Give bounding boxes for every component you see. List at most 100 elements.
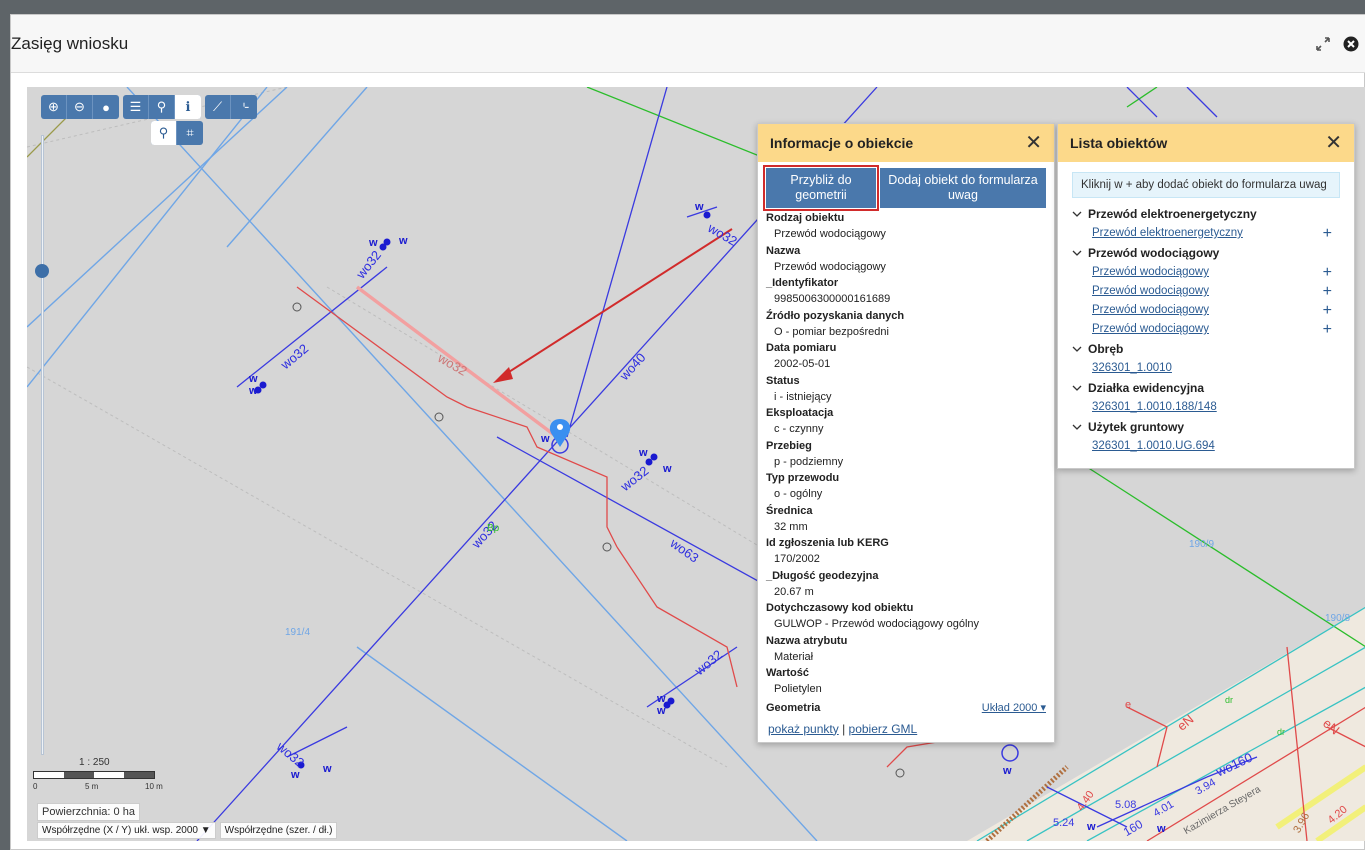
dialog-window: Zasięg wniosku wo32 wo32 wo32 wo32 wo32 … — [10, 14, 1365, 850]
list-item: 326301_1.0010 — [1072, 359, 1340, 378]
zoom-slider-handle[interactable] — [35, 264, 49, 278]
coordinate-system-select[interactable]: Układ 2000 ▾ — [982, 700, 1046, 716]
attribute-value: Materiał — [774, 650, 814, 663]
attribute-label: Status — [766, 374, 800, 387]
add-plus-icon[interactable] — [1332, 437, 1340, 456]
attribute-value: i - istniejący — [774, 390, 832, 403]
object-link[interactable]: 326301_1.0010 — [1092, 359, 1172, 378]
attribute-value: c - czynny — [774, 423, 824, 435]
chevron-down-icon — [1072, 417, 1082, 437]
dialog-titlebar: Zasięg wniosku — [11, 15, 1365, 73]
add-to-form-button[interactable]: Dodaj obiekt do formularza uwag — [880, 168, 1046, 208]
zoom-out-icon[interactable]: ⊖ — [67, 95, 93, 119]
attribute-value: Przewód wodociągowy — [774, 260, 886, 273]
group-header[interactable]: Obręb — [1072, 339, 1340, 359]
object-link[interactable]: Przewód wodociągowy — [1092, 282, 1209, 301]
object-group: Użytek gruntowy 326301_1.0010.UG.694 — [1058, 417, 1354, 456]
ruler-icon[interactable]: ⟋ — [205, 95, 231, 119]
point-select-icon[interactable]: ⚲ — [151, 121, 177, 145]
group-title: Działka ewidencyjna — [1088, 381, 1205, 395]
chevron-down-icon — [1072, 378, 1082, 398]
zoom-to-geometry-button[interactable]: Przybliż do geometrii — [763, 165, 879, 211]
list-item: Przewód wodociągowy + — [1072, 263, 1340, 282]
attribute-value: GULWOP - Przewód wodociągowy ogólny — [774, 618, 980, 630]
attribute-value: Polietylen — [774, 683, 822, 695]
add-plus-icon[interactable]: + — [1323, 320, 1340, 339]
zoom-in-icon[interactable]: ⊕ — [41, 95, 67, 119]
attribute-label: Nazwa atrybutu — [766, 634, 848, 647]
attribute-list: Rodzaj obiektu Przewód wodociągowy Nazwa Pr… — [758, 208, 1054, 698]
scale-tick: 5 m — [85, 782, 99, 791]
object-group: Obręb 326301_1.0010 — [1058, 339, 1354, 378]
search-icon[interactable]: ⚲ — [149, 95, 175, 119]
attribute-value: Przewód wodociągowy — [774, 228, 886, 240]
close-icon[interactable] — [1342, 35, 1360, 53]
globe-icon[interactable]: ● — [93, 95, 119, 119]
expand-icon[interactable] — [1314, 35, 1332, 53]
object-group: Przewód elektroenergetyczny Przewód elekt… — [1058, 204, 1354, 243]
chevron-down-icon — [1072, 339, 1082, 359]
scale-tick: 10 m — [145, 782, 163, 791]
group-title: Przewód elektroenergetyczny — [1088, 207, 1257, 221]
group-header[interactable]: Działka ewidencyjna — [1072, 378, 1340, 398]
group-header[interactable]: Przewód wodociągowy — [1072, 243, 1340, 263]
add-plus-icon[interactable] — [1332, 359, 1340, 378]
list-item: Przewód wodociągowy + — [1072, 320, 1340, 339]
attribute-label: Rodzaj obiektu — [766, 212, 845, 224]
object-link[interactable]: Przewód wodociągowy — [1092, 320, 1209, 339]
download-gml-link[interactable]: pobierz GML — [849, 722, 918, 736]
object-link[interactable]: 326301_1.0010.UG.694 — [1092, 437, 1215, 456]
object-group: Działka ewidencyjna 326301_1.0010.188/148 — [1058, 378, 1354, 417]
map-subtoolbar: ⚲ ⌗ — [151, 121, 203, 145]
add-plus-icon[interactable]: + — [1323, 282, 1340, 301]
close-icon[interactable]: ✕ — [1025, 133, 1042, 153]
scale-tick: 0 — [33, 782, 38, 791]
group-title: Użytek gruntowy — [1088, 420, 1185, 434]
attribute-label: Nazwa — [766, 244, 801, 257]
list-item: Przewód wodociągowy + — [1072, 301, 1340, 320]
attribute-value: 9985006300000161689 — [774, 293, 891, 305]
panel-title: Informacje o obiekcie — [770, 135, 914, 151]
show-points-link[interactable]: pokaż punkty — [768, 722, 839, 736]
object-link[interactable]: Przewód wodociągowy — [1092, 263, 1209, 282]
area-readout: Powierzchnia: 0 ha — [37, 803, 140, 821]
group-header[interactable]: Przewód elektroenergetyczny — [1072, 204, 1340, 224]
object-info-panel: Informacje o obiekcie ✕ Przybliż do geom… — [757, 123, 1055, 743]
object-link[interactable]: Przewód elektroenergetyczny — [1092, 224, 1243, 243]
hint-box: Kliknij w + aby dodać obiekt do formular… — [1072, 172, 1340, 198]
list-item: Przewód elektroenergetyczny + — [1072, 224, 1340, 243]
dialog-title: Zasięg wniosku — [11, 34, 129, 53]
object-link[interactable]: Przewód wodociągowy — [1092, 301, 1209, 320]
profile-chart-icon[interactable]: ⌎ — [231, 95, 257, 119]
attribute-value: 20.67 m — [774, 585, 814, 598]
info-icon[interactable]: ℹ — [175, 95, 201, 119]
add-plus-icon[interactable] — [1332, 398, 1340, 417]
add-plus-icon[interactable]: + — [1323, 224, 1340, 243]
coords-xy-select[interactable]: Współrzędne (X / Y) ukł. wsp. 2000 ▼ — [37, 822, 216, 839]
list-item: 326301_1.0010.188/148 — [1072, 398, 1340, 417]
add-plus-icon[interactable]: + — [1323, 263, 1340, 282]
attribute-label: Dotychczasowy kod obiektu — [766, 602, 914, 614]
map-toolbar: ⊕ ⊖ ● ☰ ⚲ ℹ ⟋ ⌎ — [41, 95, 257, 119]
attribute-value: 2002-05-01 — [774, 358, 831, 370]
attribute-label: _Identyfikator — [766, 277, 839, 289]
map-view[interactable]: wo32 wo32 wo32 wo32 wo32 wo32 wo32 wo32 … — [27, 87, 1365, 841]
attribute-label: Wartość — [766, 667, 809, 679]
object-groups: Przewód elektroenergetyczny Przewód elekt… — [1058, 204, 1354, 456]
object-link[interactable]: 326301_1.0010.188/148 — [1092, 398, 1217, 417]
close-icon[interactable]: ✕ — [1325, 133, 1342, 153]
area-select-icon[interactable]: ⌗ — [177, 121, 203, 145]
zoom-slider[interactable] — [41, 135, 44, 755]
list-icon[interactable]: ☰ — [123, 95, 149, 119]
scale-graphic — [33, 771, 155, 779]
attribute-value: p - podziemny — [774, 455, 844, 468]
add-plus-icon[interactable]: + — [1323, 301, 1340, 320]
attribute-value: o - ogólny — [774, 488, 823, 500]
group-header[interactable]: Użytek gruntowy — [1072, 417, 1340, 437]
group-title: Przewód wodociągowy — [1088, 246, 1220, 260]
coords-geo-button[interactable]: Współrzędne (szer. / dł.) — [219, 822, 338, 839]
scale-label: 1 : 250 — [79, 757, 110, 768]
attribute-label: Eksploatacja — [766, 407, 834, 419]
object-list-panel: Lista obiektów ✕ Kliknij w + aby dodać o… — [1057, 123, 1355, 469]
group-title: Obręb — [1088, 342, 1124, 356]
